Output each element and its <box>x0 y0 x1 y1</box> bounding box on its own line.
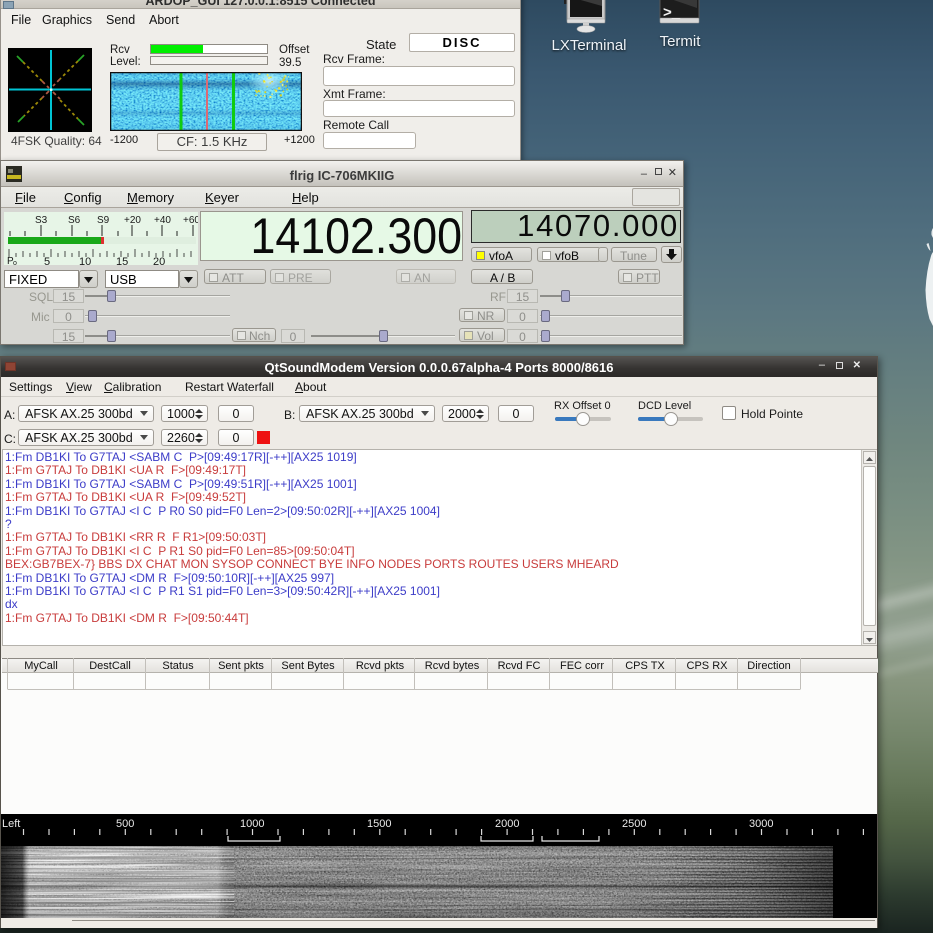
svg-text:20: 20 <box>153 256 165 265</box>
svg-text:5: 5 <box>44 256 50 265</box>
svg-text:10: 10 <box>79 256 91 265</box>
svg-text:Left: Left <box>2 818 20 830</box>
svg-text:+40: +40 <box>154 215 171 226</box>
svg-text:o: o <box>13 260 17 265</box>
svg-text:500: 500 <box>116 818 134 830</box>
svg-text:2500: 2500 <box>622 818 646 830</box>
svg-text:>_: >_ <box>663 4 681 21</box>
svg-text:S3: S3 <box>35 215 48 226</box>
svg-text:15: 15 <box>116 256 128 265</box>
svg-text:1500: 1500 <box>367 818 391 830</box>
svg-text:3000: 3000 <box>749 818 773 830</box>
svg-text:2000: 2000 <box>495 818 519 830</box>
svg-text:+60: +60 <box>183 215 198 226</box>
svg-text:1000: 1000 <box>240 818 264 830</box>
svg-text:+20: +20 <box>124 215 141 226</box>
svg-text:S6: S6 <box>68 215 81 226</box>
svg-text:S9: S9 <box>97 215 110 226</box>
